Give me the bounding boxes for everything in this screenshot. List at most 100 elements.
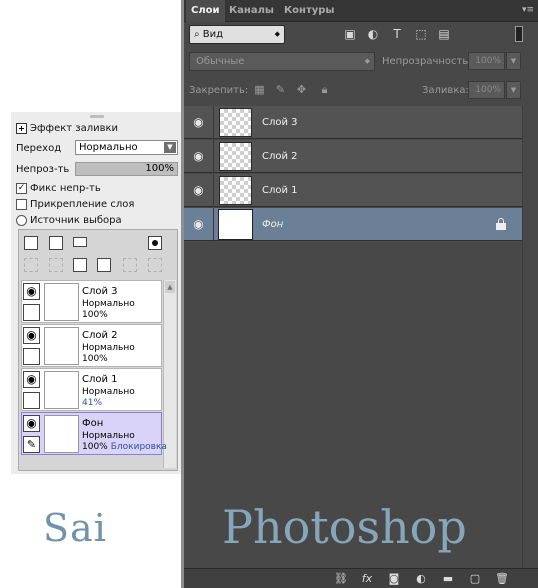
blend-mode-value: Обычные — [196, 56, 245, 67]
fill-input[interactable]: 100% — [468, 81, 505, 99]
blend-mode-select[interactable]: Нормально ▼ — [75, 140, 178, 155]
layer-thumbnail — [44, 371, 79, 409]
layer-opacity: 100% — [82, 354, 108, 364]
merge-down-icon[interactable] — [49, 258, 63, 272]
opacity-input[interactable]: 100% — [468, 52, 505, 70]
layer-opacity: 100% — [82, 310, 108, 320]
fx-icon[interactable]: fx — [360, 572, 374, 586]
merge-selected-icon[interactable] — [148, 258, 162, 272]
eye-icon[interactable]: ◉ — [23, 415, 40, 432]
mask-icon[interactable] — [148, 236, 162, 250]
layers-scrollbar[interactable] — [522, 106, 538, 568]
scroll-up-icon[interactable]: ▲ — [165, 281, 175, 293]
layer-name: Фон — [82, 418, 104, 429]
eye-icon[interactable]: ◉ — [184, 208, 214, 241]
filter-toggle-switch[interactable] — [515, 26, 523, 42]
tab-paths[interactable]: Контуры — [279, 0, 339, 22]
image-filter-icon[interactable]: ▣ — [343, 27, 357, 41]
lock-toggle-icon[interactable] — [23, 348, 40, 365]
sai-layers-scrollbar[interactable]: ▲ — [163, 280, 176, 468]
sai-logo: Sai — [43, 506, 107, 550]
selection-source-radio[interactable]: Источник выбора — [16, 213, 122, 227]
layer-name[interactable]: Слой 2 — [262, 140, 298, 173]
sai-layer-row[interactable]: ◉ Слой 3 Нормально 100% — [21, 280, 162, 323]
search-icon: ⌕ — [194, 29, 203, 40]
fill-effect-row[interactable]: Эффект заливки — [16, 121, 118, 135]
tab-layers[interactable]: Слои — [186, 0, 225, 22]
layer-name[interactable]: Слой 1 — [262, 174, 298, 207]
chevron-down-icon[interactable]: ▼ — [164, 142, 176, 153]
sai-layer-row[interactable]: ◉ Слой 1 Нормально 41% — [21, 368, 162, 411]
transfer-down-icon[interactable] — [24, 258, 38, 272]
shape-filter-icon[interactable]: ⬚ — [414, 27, 428, 41]
sai-layer-row[interactable]: ◉ Слой 2 Нормально 100% — [21, 324, 162, 367]
new-layer-icon[interactable]: ▢ — [468, 572, 482, 586]
panel-resize-grip[interactable] — [90, 115, 104, 118]
panel-menu-icon[interactable]: ▾≡ — [522, 5, 534, 15]
new-folder-icon[interactable] — [73, 237, 87, 247]
brush-lock-icon[interactable]: ✎ — [23, 436, 40, 453]
lock-icon[interactable] — [496, 218, 506, 230]
eye-icon[interactable]: ◉ — [184, 106, 214, 139]
eye-icon[interactable]: ◉ — [184, 140, 214, 173]
layer-row[interactable]: ◉ Слой 1 — [184, 174, 522, 207]
opacity-value: 100% — [145, 163, 174, 174]
trash-icon[interactable] — [97, 258, 111, 272]
layer-mode: Нормально — [82, 387, 135, 397]
opacity-dropdown-icon[interactable]: ▼ — [506, 52, 521, 70]
expand-plus-icon[interactable] — [16, 122, 27, 134]
checkbox-icon[interactable] — [16, 198, 27, 210]
new-group-icon[interactable]: ▬ — [441, 572, 455, 586]
radio-icon[interactable] — [16, 214, 27, 226]
layer-name[interactable]: Слой 3 — [262, 106, 298, 139]
lock-all-icon[interactable]: 🔒︎ — [318, 83, 331, 96]
layer-row[interactable]: ◉ Слой 2 — [184, 140, 522, 173]
layer-name[interactable]: Фон — [262, 208, 283, 241]
blend-mode-select[interactable]: Обычные ◆ — [189, 52, 375, 71]
type-filter-icon[interactable]: T — [390, 27, 404, 41]
lock-toggle-icon[interactable] — [23, 392, 40, 409]
adjustment-filter-icon[interactable]: ◐ — [366, 27, 380, 41]
clip-layer-label: Прикрепление слоя — [30, 198, 135, 210]
eye-icon[interactable]: ◉ — [23, 283, 40, 300]
link-layers-icon[interactable]: ⛓ — [334, 572, 348, 586]
layer-lock-text: Блокировка — [110, 442, 167, 452]
layer-mode: Нормально — [82, 431, 135, 441]
lock-position-icon[interactable]: ✥ — [295, 83, 308, 96]
blend-label: Переход — [16, 141, 61, 155]
tab-channels[interactable]: Каналы — [224, 0, 279, 22]
add-mask-icon[interactable]: ◙ — [387, 572, 401, 586]
chevron-updown-icon: ◆ — [364, 57, 370, 65]
adjustment-layer-icon[interactable]: ◐ — [414, 572, 428, 586]
lock-label: Закрепить: — [189, 85, 249, 96]
preserve-opacity-checkbox[interactable]: ✓ Фикс непр-ть — [16, 181, 101, 195]
opacity-slider[interactable]: 100% — [75, 162, 178, 176]
clip-layer-checkbox[interactable]: Прикрепление слоя — [16, 197, 134, 211]
layer-mode: Нормально — [82, 343, 135, 353]
checkbox-checked-icon[interactable]: ✓ — [16, 182, 27, 194]
new-layer-icon[interactable] — [24, 236, 38, 250]
fill-dropdown-icon[interactable]: ▼ — [506, 81, 521, 99]
merge-visible-icon[interactable] — [123, 258, 137, 272]
sai-layer-row-selected[interactable]: ◉ ✎ Фон Нормально 100% Блокировка — [21, 412, 167, 455]
lock-image-icon[interactable]: ✎ — [274, 83, 287, 96]
new-linework-layer-icon[interactable] — [49, 236, 63, 250]
smart-object-filter-icon[interactable]: ▤ — [437, 27, 451, 41]
panel-tabs: Слои Каналы Контуры ▾≡ — [184, 0, 538, 22]
layer-row[interactable]: ◉ Слой 3 — [184, 106, 522, 139]
lock-toggle-icon[interactable] — [23, 304, 40, 321]
layer-thumbnail — [219, 176, 252, 205]
filter-kind-select[interactable]: ⌕ Вид ◆ — [189, 25, 285, 44]
eye-icon[interactable]: ◉ — [184, 174, 214, 207]
layer-row-selected[interactable]: ◉ Фон — [184, 208, 522, 241]
eye-icon[interactable]: ◉ — [23, 371, 40, 388]
lock-transparency-icon[interactable]: ▦ — [253, 83, 266, 96]
eye-icon[interactable]: ◉ — [23, 327, 40, 344]
sai-area: Эффект заливки Переход Нормально ▼ Непро… — [0, 0, 181, 588]
clear-layer-icon[interactable] — [73, 258, 87, 272]
sai-layers-box: ▲ ◉ Слой 3 Нормально 100% ◉ Слой 2 Норма… — [18, 229, 178, 471]
trash-icon[interactable]: 🗑︎ — [495, 572, 509, 586]
photoshop-layers-panel: Слои Каналы Контуры ▾≡ ⌕ Вид ◆ ▣ ◐ T ⬚ ▤… — [184, 0, 538, 588]
fill-label: Заливка: — [422, 85, 469, 96]
layer-thumbnail — [218, 209, 253, 240]
